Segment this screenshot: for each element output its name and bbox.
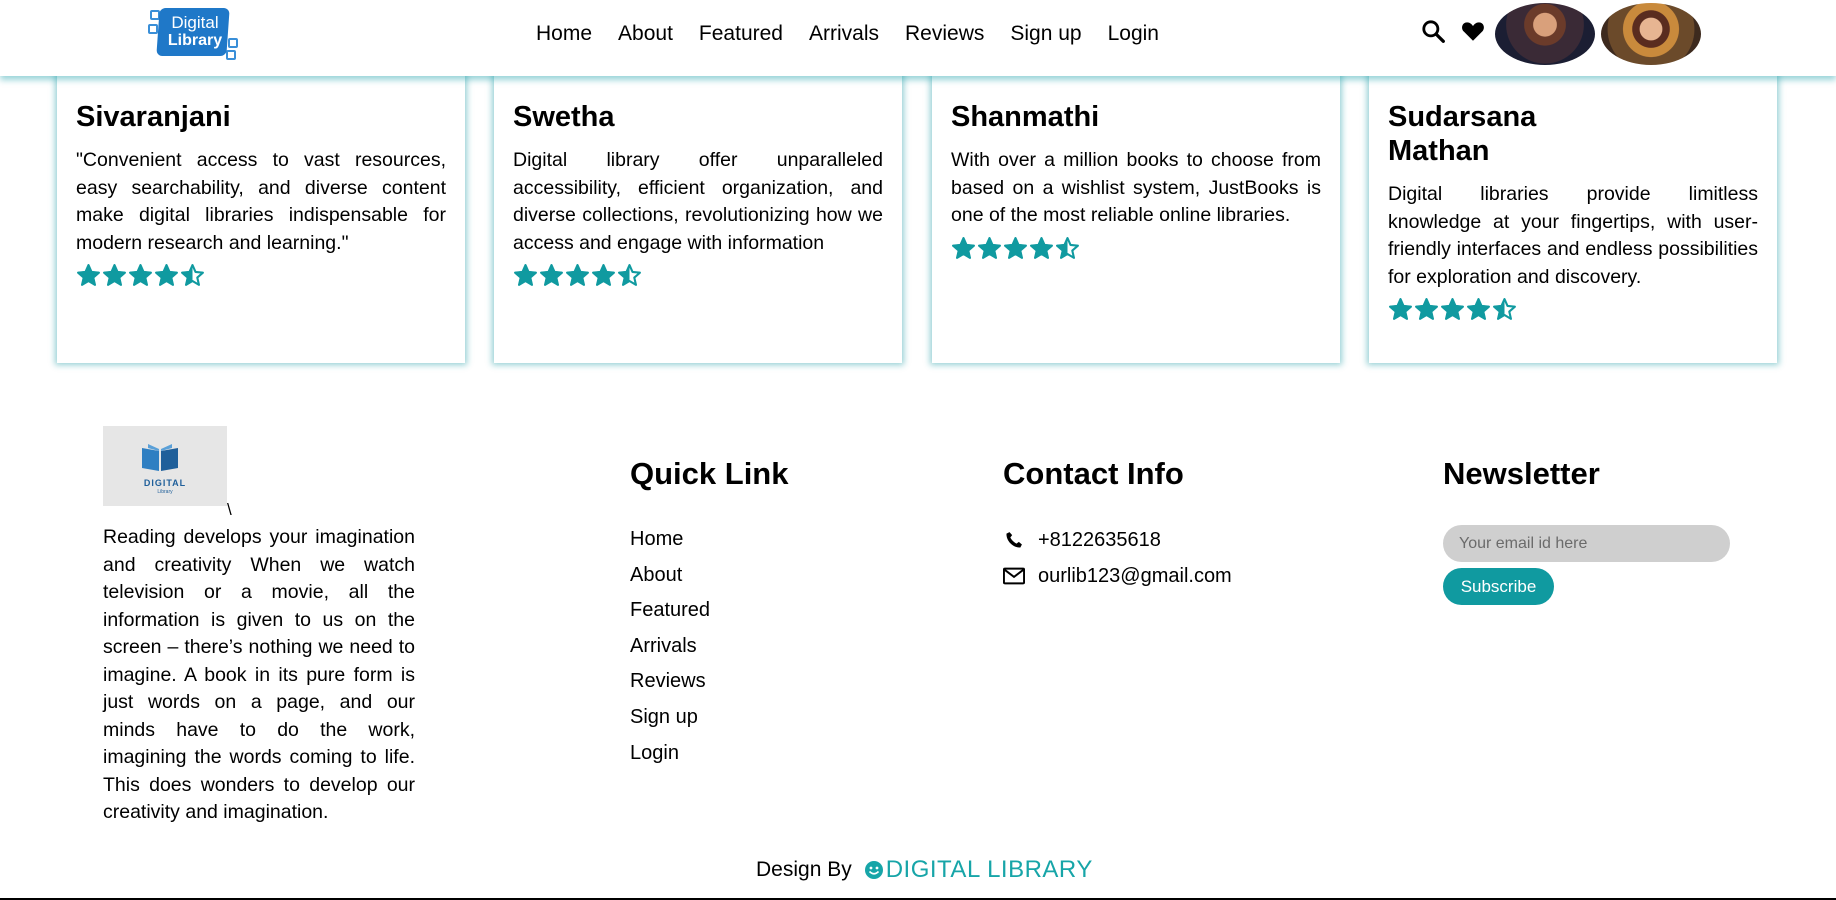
footer-link-home[interactable]: Home xyxy=(630,522,710,558)
contact-info: +8122635618 ourlib123@gmail.com xyxy=(1003,522,1232,594)
nav-reviews[interactable]: Reviews xyxy=(905,22,984,46)
star-full-icon xyxy=(77,264,100,286)
nav-login[interactable]: Login xyxy=(1108,22,1159,46)
star-full-icon xyxy=(514,264,537,286)
footer-about-text: Reading develops your imagination and cr… xyxy=(103,526,415,823)
star-full-icon xyxy=(1415,298,1438,320)
hexagon-decoration xyxy=(148,24,158,34)
reviewer-name: Swetha xyxy=(513,101,615,133)
review-card: Shanmathi With over a million books to c… xyxy=(932,60,1340,363)
star-full-icon xyxy=(1389,298,1412,320)
star-half-icon xyxy=(1056,236,1079,259)
star-full-icon xyxy=(1441,298,1464,320)
nav-home[interactable]: Home xyxy=(536,22,592,46)
design-credit: Design By DIGITAL LIBRARY xyxy=(756,856,1093,884)
review-card: Sudarsana Mathan Digital libraries provi… xyxy=(1369,60,1777,363)
star-half-icon xyxy=(1493,298,1516,320)
phone-icon xyxy=(1006,532,1022,548)
star-full-icon xyxy=(592,264,615,286)
footer-link-arrivals[interactable]: Arrivals xyxy=(630,629,710,665)
email-address[interactable]: ourlib123@gmail.com xyxy=(1038,565,1232,588)
star-half-icon xyxy=(618,264,641,286)
star-full-icon xyxy=(1004,236,1027,259)
phone-number[interactable]: +8122635618 xyxy=(1038,529,1161,552)
envelope-icon xyxy=(1003,567,1025,585)
star-rating xyxy=(513,263,883,288)
star-full-icon xyxy=(952,236,975,259)
logo-line-1: Digital xyxy=(171,13,219,32)
review-card: Swetha Digital library offer unparallele… xyxy=(494,60,902,363)
footer-logo-subtitle: Library xyxy=(157,489,173,495)
newsletter-title: Newsletter xyxy=(1443,456,1600,491)
star-rating xyxy=(1388,297,1758,322)
footer-link-about[interactable]: About xyxy=(630,558,710,594)
heart-icon[interactable] xyxy=(1460,18,1486,44)
nav-sign-up[interactable]: Sign up xyxy=(1010,22,1081,46)
star-full-icon xyxy=(1467,298,1490,320)
star-half-icon xyxy=(181,264,204,286)
main-nav: Home About Featured Arrivals Reviews Sig… xyxy=(536,22,1159,46)
nav-arrivals[interactable]: Arrivals xyxy=(809,22,879,46)
logo-text: Digital Library xyxy=(166,14,224,50)
hexagon-decoration xyxy=(228,38,238,48)
star-full-icon xyxy=(978,236,1001,259)
hexagon-decoration xyxy=(226,50,236,60)
star-full-icon xyxy=(129,264,152,286)
stray-character: \ xyxy=(227,500,232,519)
credit-prefix: Design By xyxy=(756,858,852,881)
star-full-icon xyxy=(103,264,126,286)
star-rating xyxy=(76,263,446,288)
search-icon[interactable] xyxy=(1420,18,1446,44)
contact-phone: +8122635618 xyxy=(1003,522,1232,558)
footer-link-featured[interactable]: Featured xyxy=(630,593,710,629)
review-text: Digital library offer unparalleled acces… xyxy=(513,149,883,254)
footer-logo-title: DIGITAL xyxy=(143,478,187,488)
footer-link-sign-up[interactable]: Sign up xyxy=(630,700,710,736)
contact-email: ourlib123@gmail.com xyxy=(1003,558,1232,594)
star-full-icon xyxy=(1030,236,1053,259)
subscribe-button[interactable]: Subscribe xyxy=(1443,568,1554,605)
user-avatar[interactable] xyxy=(1601,3,1701,65)
credit-brand[interactable]: DIGITAL LIBRARY xyxy=(864,856,1093,884)
open-book-icon xyxy=(142,444,178,471)
footer-logo: DIGITAL Library xyxy=(103,426,227,506)
review-text: "Convenient access to vast resources, ea… xyxy=(76,149,446,254)
star-full-icon xyxy=(155,264,178,286)
logo-line-2: Library xyxy=(167,32,223,49)
nav-featured[interactable]: Featured xyxy=(699,22,783,46)
site-header: Digital Library Home About Featured Arri… xyxy=(0,0,1836,76)
smiley-icon xyxy=(864,861,883,879)
quick-links: Home About Featured Arrivals Reviews Sig… xyxy=(630,522,710,771)
star-full-icon xyxy=(566,264,589,286)
reviewer-name: Sivaranjani xyxy=(76,101,231,133)
reviewer-name: Sudarsana Mathan xyxy=(1388,101,1537,167)
reviewer-name: Shanmathi xyxy=(951,101,1100,133)
credit-brand-text: DIGITAL LIBRARY xyxy=(885,856,1093,883)
star-rating xyxy=(951,236,1321,261)
nav-about[interactable]: About xyxy=(618,22,673,46)
star-full-icon xyxy=(540,264,563,286)
review-text: With over a million books to choose from… xyxy=(951,149,1321,226)
footer-link-reviews[interactable]: Reviews xyxy=(630,664,710,700)
site-logo[interactable]: Digital Library xyxy=(148,6,240,60)
footer-link-login[interactable]: Login xyxy=(630,736,710,772)
header-actions xyxy=(1420,18,1486,44)
quick-link-title: Quick Link xyxy=(630,456,789,491)
user-avatar[interactable] xyxy=(1495,3,1595,65)
newsletter-email-input[interactable] xyxy=(1443,525,1730,562)
review-card: Sivaranjani "Convenient access to vast r… xyxy=(57,60,465,363)
contact-info-title: Contact Info xyxy=(1003,456,1184,491)
review-text: Digital libraries provide limitless know… xyxy=(1388,183,1758,288)
